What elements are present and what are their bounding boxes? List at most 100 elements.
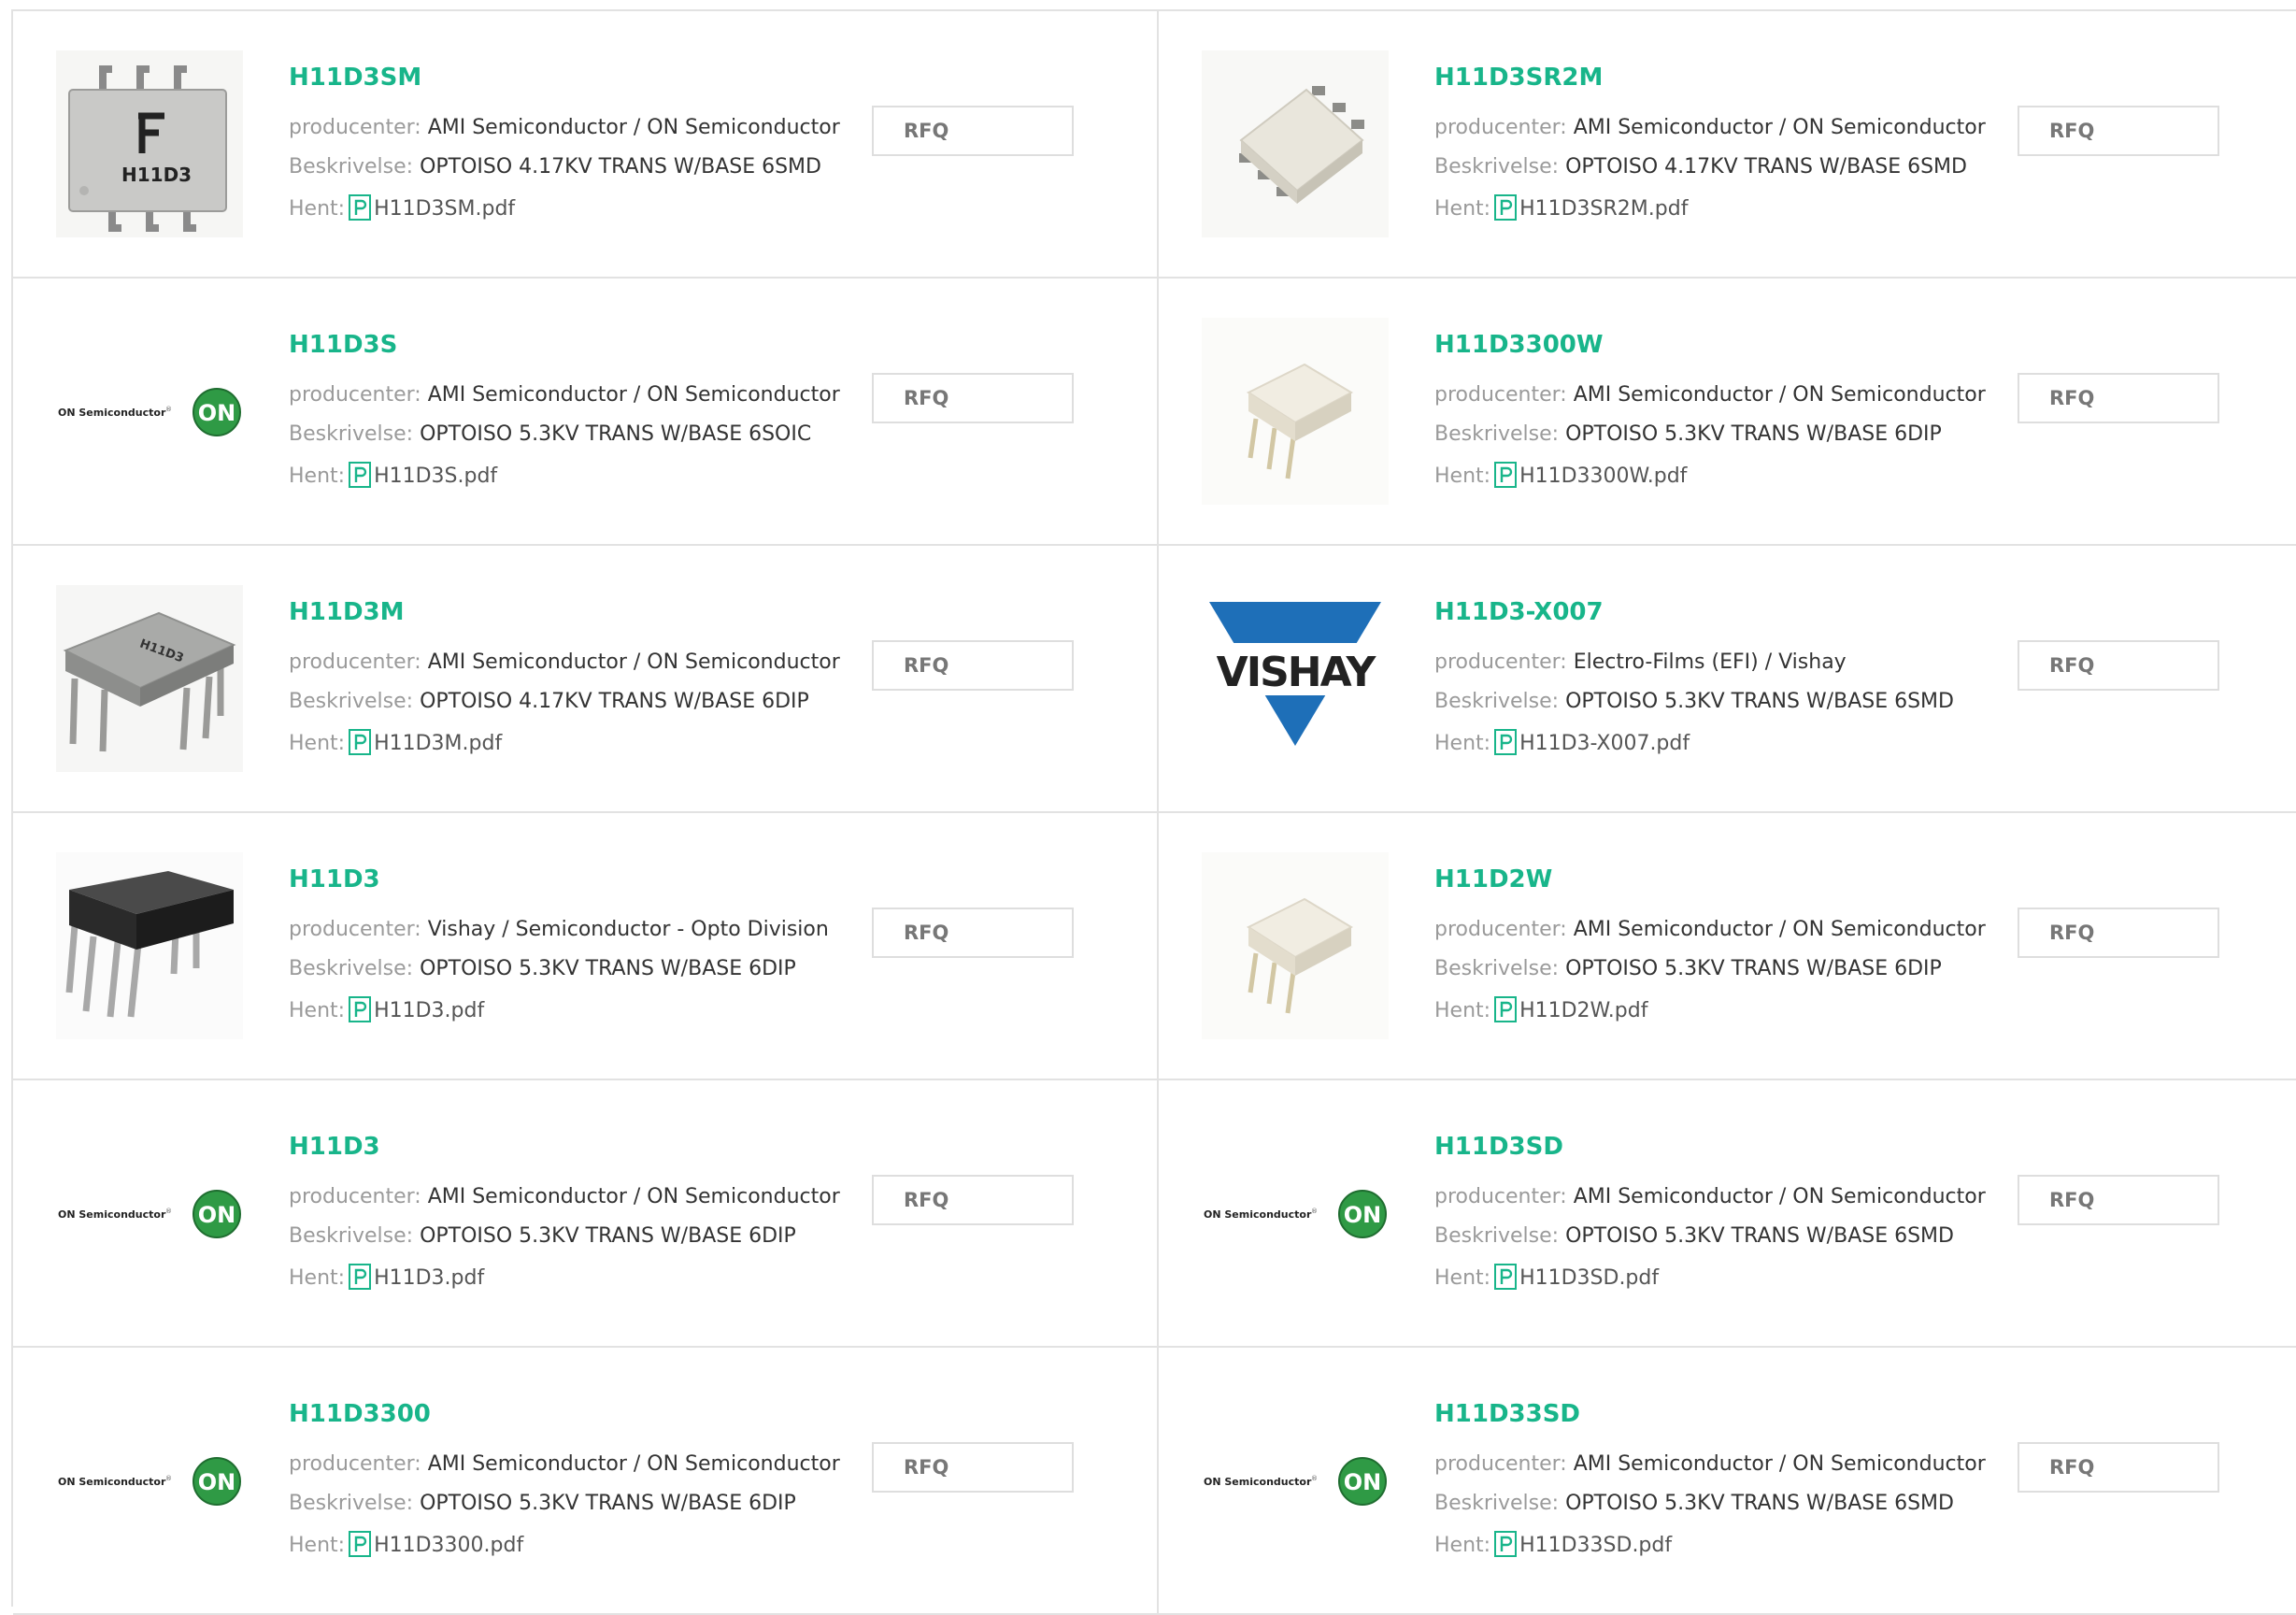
manufacturer-label: producenter: xyxy=(1434,650,1567,674)
product-grid: H11D3 H11D3SM producenter: AMI Semicondu… xyxy=(11,9,2296,1615)
manufacturer-row: producenter: AMI Semiconductor / ON Semi… xyxy=(289,383,840,407)
pdf-link[interactable]: H11D3300.pdf xyxy=(374,1534,523,1557)
fairchild-smd-chip-icon[interactable]: H11D3 xyxy=(56,50,243,237)
pdf-icon[interactable] xyxy=(349,194,372,221)
on-semiconductor-logo-icon[interactable]: ON Semiconductor ® ON xyxy=(56,1387,243,1574)
description-row: Beskrivelse: OPTOISO 5.3KV TRANS W/BASE … xyxy=(1434,690,1954,713)
svg-text:®: ® xyxy=(1311,1208,1318,1215)
pdf-icon[interactable] xyxy=(1494,1264,1518,1290)
manufacturer-row: producenter: AMI Semiconductor / ON Semi… xyxy=(1434,1185,1986,1208)
download-row: Hent: H11D3300W.pdf xyxy=(1434,462,1687,488)
manufacturer-value: AMI Semiconductor / ON Semiconductor xyxy=(1573,918,1986,941)
manufacturer-row: producenter: AMI Semiconductor / ON Semi… xyxy=(1434,1452,1986,1476)
rfq-button[interactable]: RFQ xyxy=(2018,1175,2219,1225)
rfq-button[interactable]: RFQ xyxy=(872,1442,1074,1493)
pdf-link[interactable]: H11D3-X007.pdf xyxy=(1519,732,1690,755)
description-row: Beskrivelse: OPTOISO 5.3KV TRANS W/BASE … xyxy=(1434,1224,1954,1248)
description-row: Beskrivelse: OPTOISO 5.3KV TRANS W/BASE … xyxy=(289,957,796,980)
pdf-icon[interactable] xyxy=(349,996,372,1022)
manufacturer-label: producenter: xyxy=(1434,1452,1567,1476)
manufacturer-label: producenter: xyxy=(289,383,421,407)
pdf-link[interactable]: H11D3SD.pdf xyxy=(1519,1266,1659,1290)
rfq-button[interactable]: RFQ xyxy=(872,373,1074,423)
rfq-button[interactable]: RFQ xyxy=(2018,106,2219,156)
description-label: Beskrivelse: xyxy=(1434,422,1560,446)
pdf-link[interactable]: H11D2W.pdf xyxy=(1519,999,1647,1022)
manufacturer-label: producenter: xyxy=(1434,918,1567,941)
pdf-link[interactable]: H11D3S.pdf xyxy=(374,464,497,488)
product-card: H11D3 H11D3M producenter: AMI Semiconduc… xyxy=(13,546,1159,813)
description-label: Beskrivelse: xyxy=(289,957,414,980)
pdf-icon[interactable] xyxy=(1494,194,1518,221)
description-row: Beskrivelse: OPTOISO 5.3KV TRANS W/BASE … xyxy=(289,422,811,446)
part-number-link[interactable]: H11D3M xyxy=(289,598,405,626)
part-number-link[interactable]: H11D33SD xyxy=(1434,1400,1580,1428)
description-value: OPTOISO 5.3KV TRANS W/BASE 6DIP xyxy=(1565,957,1942,980)
part-number-link[interactable]: H11D3 xyxy=(289,1133,380,1161)
pdf-link[interactable]: H11D33SD.pdf xyxy=(1519,1534,1672,1557)
pdf-icon[interactable] xyxy=(1494,729,1518,755)
pdf-link[interactable]: H11D3SM.pdf xyxy=(374,197,515,221)
part-number-link[interactable]: H11D3SD xyxy=(1434,1133,1563,1161)
pdf-icon[interactable] xyxy=(1494,1531,1518,1557)
part-number-link[interactable]: H11D3300W xyxy=(1434,331,1604,359)
pdf-link[interactable]: H11D3M.pdf xyxy=(374,732,502,755)
pdf-link[interactable]: H11D3SR2M.pdf xyxy=(1519,197,1688,221)
part-number-link[interactable]: H11D2W xyxy=(1434,865,1552,893)
part-number-link[interactable]: H11D3-X007 xyxy=(1434,598,1604,626)
download-label: Hent: xyxy=(289,1266,346,1290)
product-card: H11D3 H11D3SM producenter: AMI Semicondu… xyxy=(13,11,1159,279)
manufacturer-value: AMI Semiconductor / ON Semiconductor xyxy=(1573,1452,1986,1476)
black-dip-chip-icon[interactable] xyxy=(56,852,243,1039)
white-dip-chip-icon[interactable] xyxy=(1202,318,1389,505)
on-semiconductor-logo-icon[interactable]: ON Semiconductor ® ON xyxy=(56,318,243,505)
pdf-link[interactable]: H11D3300W.pdf xyxy=(1519,464,1687,488)
pdf-icon[interactable] xyxy=(1494,996,1518,1022)
pdf-icon[interactable] xyxy=(349,1264,372,1290)
pdf-icon[interactable] xyxy=(1494,462,1518,488)
rfq-button[interactable]: RFQ xyxy=(872,1175,1074,1225)
product-card: ON Semiconductor ® ON H11D3300 producenter… xyxy=(13,1348,1159,1615)
grey-dip-chip-icon[interactable]: H11D3 xyxy=(56,585,243,772)
download-label: Hent: xyxy=(289,464,346,488)
part-number-link[interactable]: H11D3SM xyxy=(289,64,421,92)
part-number-link[interactable]: H11D3S xyxy=(289,331,397,359)
svg-text:®: ® xyxy=(165,406,172,413)
description-label: Beskrivelse: xyxy=(289,1224,414,1248)
pdf-link[interactable]: H11D3.pdf xyxy=(374,999,484,1022)
white-smd-chip-icon[interactable] xyxy=(1202,50,1389,237)
part-number-link[interactable]: H11D3300 xyxy=(289,1400,431,1428)
rfq-button[interactable]: RFQ xyxy=(2018,1442,2219,1493)
pdf-icon[interactable] xyxy=(349,729,372,755)
description-label: Beskrivelse: xyxy=(289,155,414,179)
part-number-link[interactable]: H11D3 xyxy=(289,865,380,893)
manufacturer-row: producenter: AMI Semiconductor / ON Semi… xyxy=(1434,918,1986,941)
svg-text:ON Semiconductor: ON Semiconductor xyxy=(58,407,166,419)
pdf-link[interactable]: H11D3.pdf xyxy=(374,1266,484,1290)
manufacturer-label: producenter: xyxy=(289,918,421,941)
download-label: Hent: xyxy=(1434,1534,1491,1557)
download-row: Hent: H11D3M.pdf xyxy=(289,729,502,755)
rfq-button[interactable]: RFQ xyxy=(872,106,1074,156)
on-semiconductor-logo-icon[interactable]: ON Semiconductor ® ON xyxy=(1202,1120,1389,1307)
rfq-button[interactable]: RFQ xyxy=(872,908,1074,958)
description-value: OPTOISO 4.17KV TRANS W/BASE 6DIP xyxy=(420,690,809,713)
pdf-icon[interactable] xyxy=(349,462,372,488)
download-label: Hent: xyxy=(289,999,346,1022)
on-semiconductor-logo-icon[interactable]: ON Semiconductor ® ON xyxy=(56,1120,243,1307)
svg-text:VISHAY: VISHAY xyxy=(1217,649,1377,696)
on-semiconductor-logo-icon[interactable]: ON Semiconductor ® ON xyxy=(1202,1387,1389,1574)
vishay-logo-icon[interactable]: VISHAY xyxy=(1202,585,1389,772)
download-label: Hent: xyxy=(1434,732,1491,755)
rfq-button[interactable]: RFQ xyxy=(2018,640,2219,691)
rfq-button[interactable]: RFQ xyxy=(2018,908,2219,958)
rfq-button[interactable]: RFQ xyxy=(2018,373,2219,423)
manufacturer-value: AMI Semiconductor / ON Semiconductor xyxy=(1573,116,1986,139)
part-number-link[interactable]: H11D3SR2M xyxy=(1434,64,1603,92)
pdf-icon[interactable] xyxy=(349,1531,372,1557)
white-dip-chip-icon[interactable] xyxy=(1202,852,1389,1039)
description-value: OPTOISO 5.3KV TRANS W/BASE 6SMD xyxy=(1565,1224,1954,1248)
download-label: Hent: xyxy=(1434,197,1491,221)
product-card: ON Semiconductor ® ON H11D3SD producenter:… xyxy=(1159,1080,2296,1348)
rfq-button[interactable]: RFQ xyxy=(872,640,1074,691)
